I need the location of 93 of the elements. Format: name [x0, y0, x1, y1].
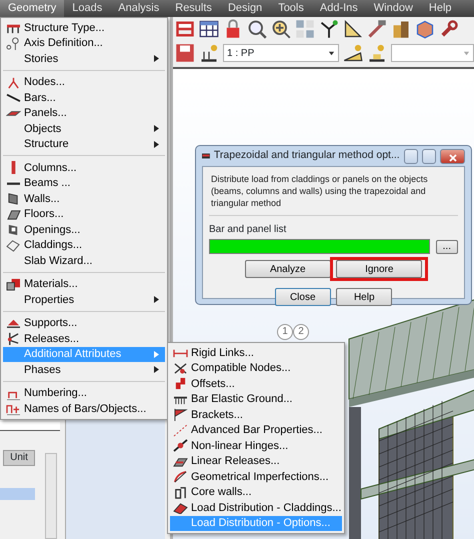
calculator-icon[interactable] [175, 19, 195, 39]
menu-item[interactable]: Columns... [3, 160, 165, 176]
menu-item[interactable]: Bar Elastic Ground... [170, 392, 342, 407]
menu-item[interactable]: Help [420, 0, 460, 17]
table-icon[interactable] [199, 19, 219, 39]
list-field[interactable] [209, 239, 430, 254]
dialog-button[interactable]: Help [336, 288, 392, 306]
menu-item[interactable]: Axis Definition... [3, 36, 165, 51]
axis-label: 2 [293, 324, 309, 340]
menu-item[interactable]: Linear Releases... [170, 454, 342, 469]
menu-item[interactable]: Names of Bars/Objects... [3, 401, 165, 416]
menu-item[interactable]: Offsets... [170, 376, 342, 392]
diamond-icon [6, 238, 21, 252]
material-icon [6, 278, 21, 291]
offset-icon [173, 377, 188, 390]
menu-item[interactable]: Analysis [110, 0, 168, 17]
menu-item[interactable]: Design [220, 0, 270, 17]
menu-item[interactable]: Materials... [3, 276, 165, 292]
menu-item[interactable]: Tools [270, 0, 312, 17]
caret-icon [463, 50, 470, 56]
action-button[interactable]: Analyze [244, 260, 331, 278]
line-icon [6, 91, 21, 104]
menu-item[interactable]: Phases [3, 362, 165, 378]
menu-item[interactable]: Structure Type... [3, 20, 165, 36]
menu-item[interactable]: Window [366, 0, 421, 17]
caret-icon [328, 50, 336, 56]
close-icon [448, 154, 457, 162]
menu-item[interactable]: Supports... [3, 316, 165, 331]
hinge-icon [173, 439, 188, 452]
dialog-button[interactable]: Close [274, 288, 331, 306]
menu-item[interactable]: Rigid Links... [170, 345, 342, 360]
axis-icon [6, 36, 21, 50]
core-icon [173, 486, 188, 499]
menu-item[interactable]: Releases... [3, 331, 165, 346]
group-label: Bar and panel list [209, 223, 288, 237]
menu-item[interactable]: Compatible Nodes... [170, 360, 342, 376]
text-field[interactable] [0, 422, 60, 431]
hammer-icon[interactable] [367, 19, 387, 39]
scrollbar[interactable] [45, 453, 57, 539]
load-case-icon[interactable] [199, 43, 219, 63]
menu-item[interactable]: Geometrical Imperfections... [170, 469, 342, 484]
menu-item[interactable]: Geometry [0, 0, 64, 17]
label-icon [6, 402, 21, 416]
load-case-icon[interactable] [367, 43, 388, 63]
curve-icon [173, 470, 188, 484]
zoom-icon[interactable] [271, 19, 291, 39]
building-icon[interactable] [391, 19, 411, 39]
browse-button[interactable]: ... [436, 240, 458, 254]
menu-item[interactable]: Bars... [3, 90, 165, 106]
action-button[interactable]: Ignore [336, 260, 422, 278]
menu-item[interactable]: Numbering... [3, 386, 165, 401]
menu-item[interactable]: Panels... [3, 106, 165, 121]
menu-item[interactable]: Add-Ins [312, 0, 366, 17]
menu-item[interactable]: Brackets... [170, 407, 342, 422]
dialog-title: Trapezoidal and triangular method opt... [214, 148, 400, 164]
dashed-line-icon [173, 424, 188, 437]
app-icon [202, 151, 210, 161]
bracket-icon [173, 408, 188, 422]
menu-item[interactable]: Claddings... [3, 238, 165, 253]
menu-item[interactable]: Beams ... [3, 176, 165, 191]
menu-item[interactable]: Load Distribution - Claddings... [170, 500, 342, 516]
menu-item[interactable]: Floors... [3, 206, 165, 222]
menu-item[interactable]: Objects [3, 121, 165, 136]
menu-item[interactable]: Results [167, 0, 220, 17]
floor-icon [6, 208, 21, 221]
minimize-button[interactable] [404, 148, 418, 164]
menu-item[interactable]: Properties [3, 292, 165, 308]
selected-row [0, 488, 35, 500]
node-cross-icon [173, 362, 188, 375]
maximize-button[interactable] [422, 148, 436, 164]
zoom-icon[interactable] [247, 19, 267, 39]
release-icon [6, 332, 21, 346]
menu-item[interactable]: Advanced Bar Properties... [170, 422, 342, 438]
load-case-icon[interactable] [343, 43, 364, 63]
menu-item[interactable]: Stories [3, 51, 165, 66]
menu-item[interactable]: Non-linear Hinges... [170, 438, 342, 454]
close-button[interactable] [440, 148, 466, 164]
menu-item[interactable]: Nodes... [3, 74, 165, 90]
triangle-ruler-icon[interactable] [343, 19, 363, 39]
menu-item[interactable]: Core walls... [170, 484, 342, 500]
axis-label: 1 [277, 324, 293, 340]
node-icon [6, 76, 21, 89]
wrench-icon[interactable] [439, 19, 459, 39]
table-header-cell: Unit [3, 450, 35, 466]
menu-item[interactable]: Slab Wizard... [3, 253, 165, 268]
description-text: Distribute load from claddings or panels on the objects (beams, columns and walls) using the trapezoidal and triangular method [209, 171, 458, 216]
save-icon[interactable] [175, 43, 195, 63]
menu-item[interactable]: Walls... [3, 191, 165, 206]
case-dropdown[interactable]: 1 : PP [223, 44, 340, 62]
menu-item[interactable]: Structure [3, 136, 165, 152]
node-icon[interactable] [319, 19, 339, 39]
menu-item[interactable]: Loads [64, 0, 110, 17]
menu-item[interactable]: Openings... [3, 222, 165, 238]
